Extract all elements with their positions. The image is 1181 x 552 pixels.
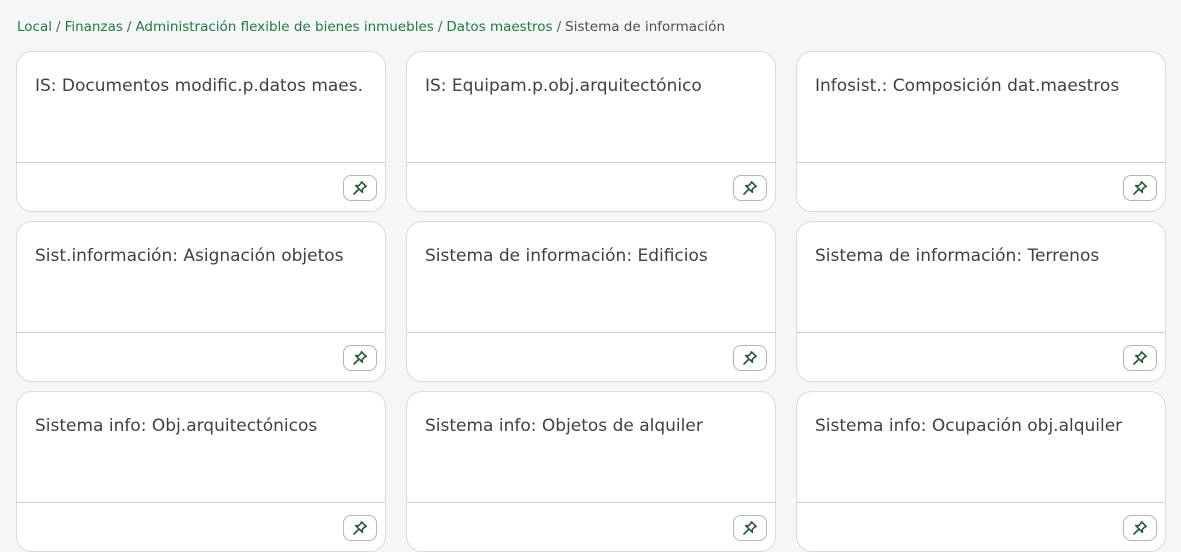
tile-grid: IS: Documentos modific.p.datos maes. IS:…	[16, 51, 1166, 552]
breadcrumb-separator: /	[126, 19, 132, 35]
tile-title: Sistema de información: Edificios	[425, 246, 708, 266]
tile[interactable]: IS: Documentos modific.p.datos maes.	[16, 51, 386, 212]
tile-divider	[797, 332, 1165, 333]
pin-button[interactable]	[733, 515, 767, 541]
pin-icon	[1133, 181, 1147, 195]
pin-icon	[353, 351, 367, 365]
tile[interactable]: Sistema de información: Edificios	[406, 221, 776, 382]
tile-title: Sistema info: Obj.arquitectónicos	[35, 416, 318, 436]
tile-title: Sistema info: Objetos de alquiler	[425, 416, 703, 436]
tile[interactable]: Sistema info: Obj.arquitectónicos	[16, 391, 386, 552]
tile-divider	[407, 162, 775, 163]
tile[interactable]: Sistema info: Objetos de alquiler	[406, 391, 776, 552]
tile-title: IS: Equipam.p.obj.arquitectónico	[425, 76, 702, 96]
breadcrumb-datos-maestros[interactable]: Datos maestros	[446, 19, 552, 35]
breadcrumb-current: Sistema de información	[565, 19, 726, 35]
breadcrumb-separator: /	[556, 19, 562, 35]
tile-divider	[797, 162, 1165, 163]
pin-icon	[743, 351, 757, 365]
tile-title: Infosist.: Composición dat.maestros	[815, 76, 1120, 96]
breadcrumb-separator: /	[437, 19, 443, 35]
tile-divider	[17, 332, 385, 333]
breadcrumb-separator: /	[56, 19, 61, 35]
tile-divider	[17, 502, 385, 503]
tile-title: IS: Documentos modific.p.datos maes.	[35, 76, 364, 96]
pin-icon	[743, 181, 757, 195]
pin-button[interactable]	[1123, 515, 1157, 541]
pin-button[interactable]	[343, 345, 377, 371]
tile-title: Sist.información: Asignación objetos	[35, 246, 344, 266]
tile[interactable]: IS: Equipam.p.obj.arquitectónico	[406, 51, 776, 212]
tile[interactable]: Infosist.: Composición dat.maestros	[796, 51, 1166, 212]
pin-button[interactable]	[343, 175, 377, 201]
pin-button[interactable]	[733, 345, 767, 371]
breadcrumb-administracion-flexible[interactable]: Administración flexible de bienes inmueb…	[135, 19, 433, 35]
tile[interactable]: Sistema info: Ocupación obj.alquiler	[796, 391, 1166, 552]
pin-button[interactable]	[733, 175, 767, 201]
pin-icon	[353, 181, 367, 195]
pin-icon	[353, 521, 367, 535]
tile-divider	[797, 502, 1165, 503]
tile[interactable]: Sist.información: Asignación objetos	[16, 221, 386, 382]
tile-title: Sistema info: Ocupación obj.alquiler	[815, 416, 1123, 436]
breadcrumb: Local / Finanzas / Administración flexible d…	[17, 17, 725, 37]
breadcrumb-local[interactable]: Local	[17, 19, 52, 35]
pin-icon	[1133, 351, 1147, 365]
tile-divider	[407, 502, 775, 503]
tile-divider	[17, 162, 385, 163]
pin-icon	[743, 521, 757, 535]
pin-button[interactable]	[1123, 345, 1157, 371]
tile-title: Sistema de información: Terrenos	[815, 246, 1100, 266]
pin-icon	[1133, 521, 1147, 535]
tile-divider	[407, 332, 775, 333]
pin-button[interactable]	[343, 515, 377, 541]
pin-button[interactable]	[1123, 175, 1157, 201]
tile[interactable]: Sistema de información: Terrenos	[796, 221, 1166, 382]
breadcrumb-finanzas[interactable]: Finanzas	[65, 19, 123, 35]
